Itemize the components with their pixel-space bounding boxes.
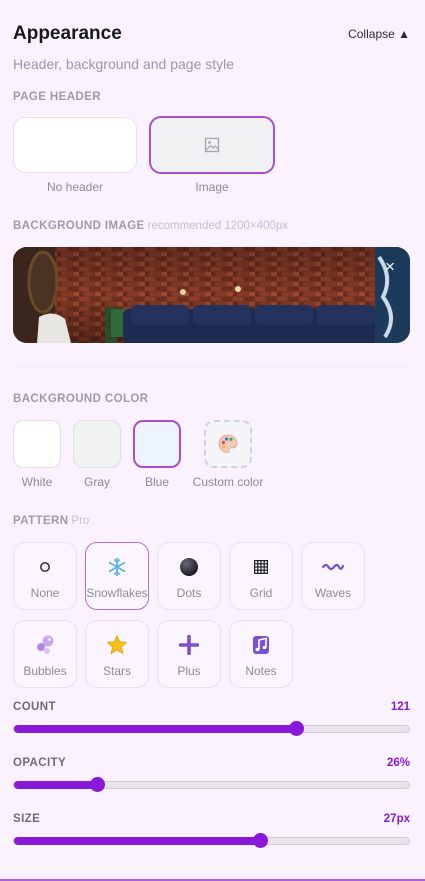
color-swatch-gray-label: Gray <box>83 475 110 489</box>
pattern-stars[interactable]: Stars <box>85 620 149 688</box>
pattern-none-label: None <box>30 586 60 600</box>
pattern-waves-label: Waves <box>314 586 352 600</box>
background-color-label: BACKGROUND COLOR <box>13 393 149 405</box>
opacity-slider[interactable] <box>13 777 410 792</box>
palette-icon <box>218 434 238 453</box>
pattern-snowflakes-label: Snowflakes <box>86 586 148 600</box>
color-swatch-blue[interactable] <box>133 420 181 468</box>
pattern-plus-label: Plus <box>177 664 201 678</box>
collapse-button[interactable]: Collapse ▲ <box>348 27 410 41</box>
count-value: 121 <box>390 701 410 713</box>
circle-outline-icon <box>14 555 76 579</box>
color-swatch-gray[interactable] <box>73 420 121 468</box>
panel-title: Appearance <box>13 23 122 44</box>
color-swatch-custom[interactable] <box>204 420 252 468</box>
image-icon <box>204 137 220 153</box>
color-swatch-blue-label: Blue <box>144 475 170 489</box>
opacity-label: OPACITY <box>13 757 67 769</box>
header-option-no-header-label: No header <box>46 180 104 194</box>
header-option-no-header[interactable] <box>13 117 137 173</box>
music-note-icon <box>230 633 292 657</box>
header-option-image[interactable] <box>149 116 275 174</box>
opacity-slider-fill <box>14 781 97 789</box>
count-slider-thumb[interactable] <box>289 721 304 736</box>
background-image-preview[interactable]: × <box>13 247 410 343</box>
pattern-notes[interactable]: Notes <box>229 620 293 688</box>
panel-subtitle: Header, background and page style <box>13 56 235 72</box>
background-photo <box>13 247 410 343</box>
pattern-dots-label: Dots <box>176 586 202 600</box>
pattern-bubbles[interactable]: Bubbles <box>13 620 77 688</box>
pattern-plus[interactable]: Plus <box>157 620 221 688</box>
pattern-title: PATTERN <box>13 515 69 527</box>
count-slider-fill <box>14 725 296 733</box>
count-slider[interactable] <box>13 721 410 736</box>
header-option-image-label: Image <box>195 180 229 194</box>
plus-icon <box>158 633 220 657</box>
dot-icon <box>158 555 220 579</box>
pattern-waves[interactable]: Waves <box>301 542 365 610</box>
opacity-value: 26% <box>386 757 410 769</box>
background-image-hint: recommended 1200×400px <box>147 220 288 232</box>
pattern-none[interactable]: None <box>13 542 77 610</box>
color-swatch-white[interactable] <box>13 420 61 468</box>
bubbles-icon <box>14 633 76 657</box>
size-slider-thumb[interactable] <box>253 833 268 848</box>
color-swatch-white-label: White <box>21 475 53 489</box>
star-icon <box>86 633 148 657</box>
color-swatch-custom-label: Custom color <box>192 475 264 489</box>
pattern-grid[interactable]: Grid <box>229 542 293 610</box>
opacity-slider-thumb[interactable] <box>90 777 105 792</box>
size-slider[interactable] <box>13 833 410 848</box>
pattern-grid-label: Grid <box>249 586 273 600</box>
pattern-snowflakes[interactable]: Snowflakes <box>85 542 149 610</box>
pattern-dots[interactable]: Dots <box>157 542 221 610</box>
pattern-stars-label: Stars <box>102 664 131 678</box>
section-divider <box>13 366 410 367</box>
pro-badge: Pro <box>71 515 90 527</box>
pattern-bubbles-label: Bubbles <box>23 664 67 678</box>
background-image-title: BACKGROUND IMAGE <box>13 220 145 232</box>
appearance-panel: Appearance Collapse ▲ Header, background… <box>0 0 425 881</box>
pattern-label: PATTERN Pro <box>13 515 89 527</box>
grid-icon <box>230 555 292 579</box>
size-label: SIZE <box>13 813 41 825</box>
size-value: 27px <box>383 813 410 825</box>
wave-icon <box>302 555 364 579</box>
size-slider-fill <box>14 837 260 845</box>
count-label: COUNT <box>13 701 56 713</box>
snowflake-icon <box>86 555 148 579</box>
remove-image-button[interactable]: × <box>380 257 400 277</box>
page-header-label: PAGE HEADER <box>13 91 101 103</box>
pattern-notes-label: Notes <box>245 664 277 678</box>
background-image-label: BACKGROUND IMAGE recommended 1200×400px <box>13 220 288 232</box>
